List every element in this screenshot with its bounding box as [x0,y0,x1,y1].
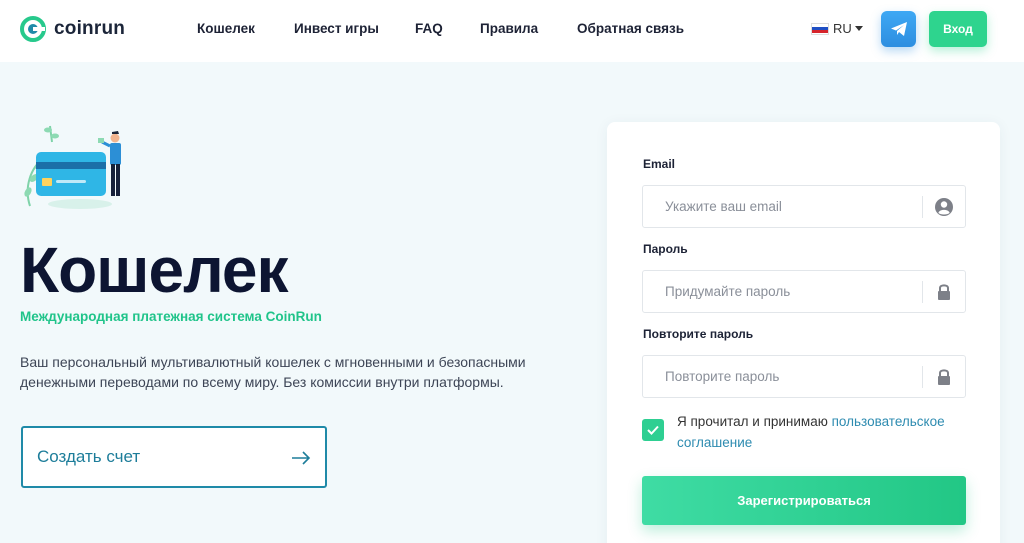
terms-checkbox[interactable] [642,419,664,441]
terms-text: Я прочитал и принимаю пользовательское с… [677,411,977,453]
create-account-button[interactable]: Создать счет [21,426,327,488]
header: coinrun Кошелек Инвест игры FAQ Правила … [0,0,1024,62]
arrow-right-icon [292,451,311,465]
nav-item-rules[interactable]: Правила [480,21,538,36]
telegram-icon [890,22,907,36]
telegram-button[interactable] [881,11,916,47]
field-divider [922,196,923,218]
registration-form: Email Пароль Повторите пароль [607,122,1000,543]
lock-icon [938,369,950,385]
login-button[interactable]: Вход [929,11,987,47]
email-label: Email [643,157,676,171]
russian-flag-icon [811,22,829,35]
email-field-wrapper [642,185,966,228]
user-icon [935,198,953,216]
nav-item-feedback[interactable]: Обратная связь [577,21,684,36]
logo[interactable]: coinrun [20,16,125,42]
chevron-down-icon [854,26,863,31]
nav-item-faq[interactable]: FAQ [415,21,443,36]
coinrun-logo-icon [20,16,46,42]
password-field[interactable] [643,271,921,312]
lock-icon [938,284,950,300]
email-field[interactable] [643,186,921,227]
password-field-wrapper [642,270,966,313]
field-divider [922,366,923,388]
wallet-card-illustration [24,125,121,209]
create-account-label: Создать счет [37,447,141,466]
page-subtitle: Международная платежная система CoinRun [20,309,322,324]
terms-label: Я прочитал и принимаю [677,414,832,429]
page-title: Кошелек [20,234,289,306]
password-label: Пароль [643,242,688,256]
language-selector[interactable]: RU [811,21,863,36]
register-button[interactable]: Зарегистрироваться [642,476,966,525]
nav-item-invest-games[interactable]: Инвест игры [294,21,379,36]
repeat-password-label: Повторите пароль [643,327,754,341]
logo-text: coinrun [54,18,126,39]
page-description: Ваш персональный мультивалютный кошелек … [20,354,526,390]
nav-item-wallet[interactable]: Кошелек [197,21,255,36]
checkmark-icon [647,425,659,435]
language-label: RU [833,21,852,36]
repeat-password-field[interactable] [643,356,921,397]
field-divider [922,281,923,303]
repeat-password-field-wrapper [642,355,966,398]
